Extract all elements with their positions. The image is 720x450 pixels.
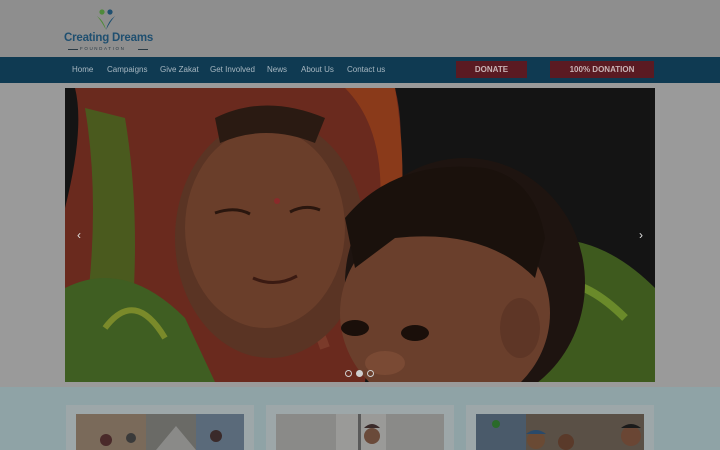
carousel-dot-3[interactable] xyxy=(367,370,374,377)
nav-give-zakat[interactable]: Give Zakat xyxy=(160,57,199,83)
campaign-card[interactable] xyxy=(466,405,654,450)
nav-about-us[interactable]: About Us xyxy=(301,57,334,83)
logo-figure-icon xyxy=(97,9,115,30)
hero-carousel[interactable]: ‹ › xyxy=(65,88,655,382)
nav-news[interactable]: News xyxy=(267,57,287,83)
donate-button[interactable]: DONATE xyxy=(456,61,527,78)
nav-home[interactable]: Home xyxy=(72,57,93,83)
main-nav: Home Campaigns Give Zakat Get Involved N… xyxy=(0,57,720,83)
full-donation-button[interactable]: 100% DONATION xyxy=(550,61,654,78)
logo[interactable]: Creating Dreams FOUNDATION xyxy=(64,8,156,54)
brand-name: Creating Dreams xyxy=(64,32,154,44)
nav-get-involved[interactable]: Get Involved xyxy=(210,57,255,83)
carousel-dot-1[interactable] xyxy=(345,370,352,377)
campaign-card-image xyxy=(76,414,244,450)
chevron-right-icon[interactable]: › xyxy=(634,227,648,243)
carousel-dot-2[interactable] xyxy=(356,370,363,377)
logo-rule-right xyxy=(138,49,148,50)
campaign-card-image xyxy=(276,414,444,450)
hero-slide-image xyxy=(65,88,655,382)
nav-contact-us[interactable]: Contact us xyxy=(347,57,385,83)
logo-rule-left xyxy=(68,49,78,50)
brand-tagline: FOUNDATION xyxy=(80,46,126,51)
chevron-left-icon[interactable]: ‹ xyxy=(72,227,86,243)
nav-campaigns[interactable]: Campaigns xyxy=(107,57,147,83)
campaign-card[interactable] xyxy=(266,405,454,450)
campaign-card[interactable] xyxy=(66,405,254,450)
site-header: Creating Dreams FOUNDATION xyxy=(0,0,720,57)
campaign-card-image xyxy=(476,414,644,450)
